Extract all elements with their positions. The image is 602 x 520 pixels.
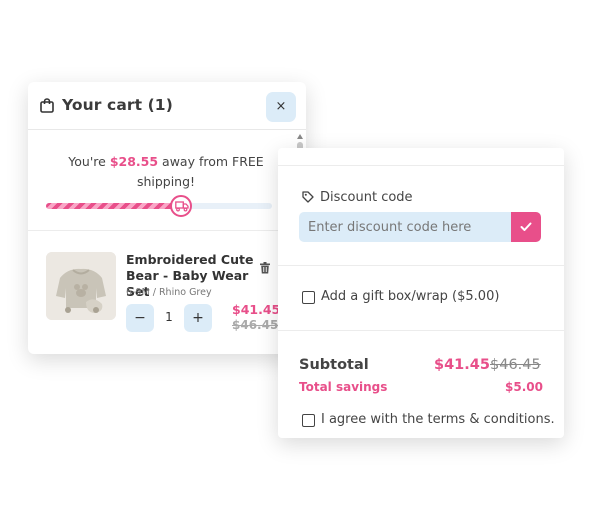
trash-icon[interactable] bbox=[260, 262, 270, 274]
checkout-panel: Discount code Add a gift box/wrap ($5.00… bbox=[278, 148, 564, 438]
product-image[interactable] bbox=[46, 252, 116, 320]
terms-label[interactable]: I agree with the terms & conditions. bbox=[321, 412, 555, 427]
shipping-progress-fill bbox=[46, 203, 180, 209]
apply-discount-button[interactable] bbox=[511, 212, 541, 242]
total-savings-value: $5.00 bbox=[505, 380, 543, 394]
subtotal-price: $41.45 bbox=[434, 357, 490, 373]
check-icon bbox=[520, 222, 532, 231]
cart-title: Your cart (1) bbox=[62, 96, 173, 114]
divider bbox=[28, 230, 306, 231]
divider bbox=[278, 330, 564, 331]
total-savings-label: Total savings bbox=[299, 380, 388, 394]
free-shipping-message: You're $28.55 away from FREE shipping! bbox=[46, 152, 286, 192]
gift-wrap-label[interactable]: Add a gift box/wrap ($5.00) bbox=[321, 289, 499, 304]
truck-icon bbox=[170, 195, 192, 217]
quantity-increase-button[interactable]: + bbox=[184, 304, 212, 332]
scroll-up-arrow-icon[interactable] bbox=[297, 134, 303, 139]
subtotal-label: Subtotal bbox=[299, 357, 369, 373]
cart-header: Your cart (1) × bbox=[28, 82, 306, 130]
item-compare-price: $46.45 bbox=[232, 318, 279, 332]
divider bbox=[278, 165, 564, 166]
close-button[interactable]: × bbox=[266, 92, 296, 122]
terms-checkbox[interactable] bbox=[302, 414, 315, 427]
shipping-progress-bar bbox=[46, 203, 272, 209]
divider bbox=[278, 265, 564, 266]
quantity-value: 1 bbox=[165, 310, 173, 324]
gift-wrap-checkbox[interactable] bbox=[302, 291, 315, 304]
discount-code-label: Discount code bbox=[320, 190, 413, 205]
close-icon: × bbox=[275, 99, 287, 114]
shipping-amount: $28.55 bbox=[109, 154, 159, 169]
product-variant: 6-9M / Rhino Grey bbox=[126, 287, 212, 298]
shipping-prefix: You're bbox=[68, 154, 110, 169]
bag-icon bbox=[40, 98, 54, 113]
subtotal-compare-price: $46.45 bbox=[490, 357, 541, 373]
quantity-decrease-button[interactable]: − bbox=[126, 304, 154, 332]
item-price: $41.45 bbox=[232, 302, 281, 317]
cart-drawer: Your cart (1) × You're $28.55 away from … bbox=[28, 82, 306, 354]
discount-code-input[interactable] bbox=[299, 212, 511, 242]
tag-icon bbox=[302, 191, 314, 203]
